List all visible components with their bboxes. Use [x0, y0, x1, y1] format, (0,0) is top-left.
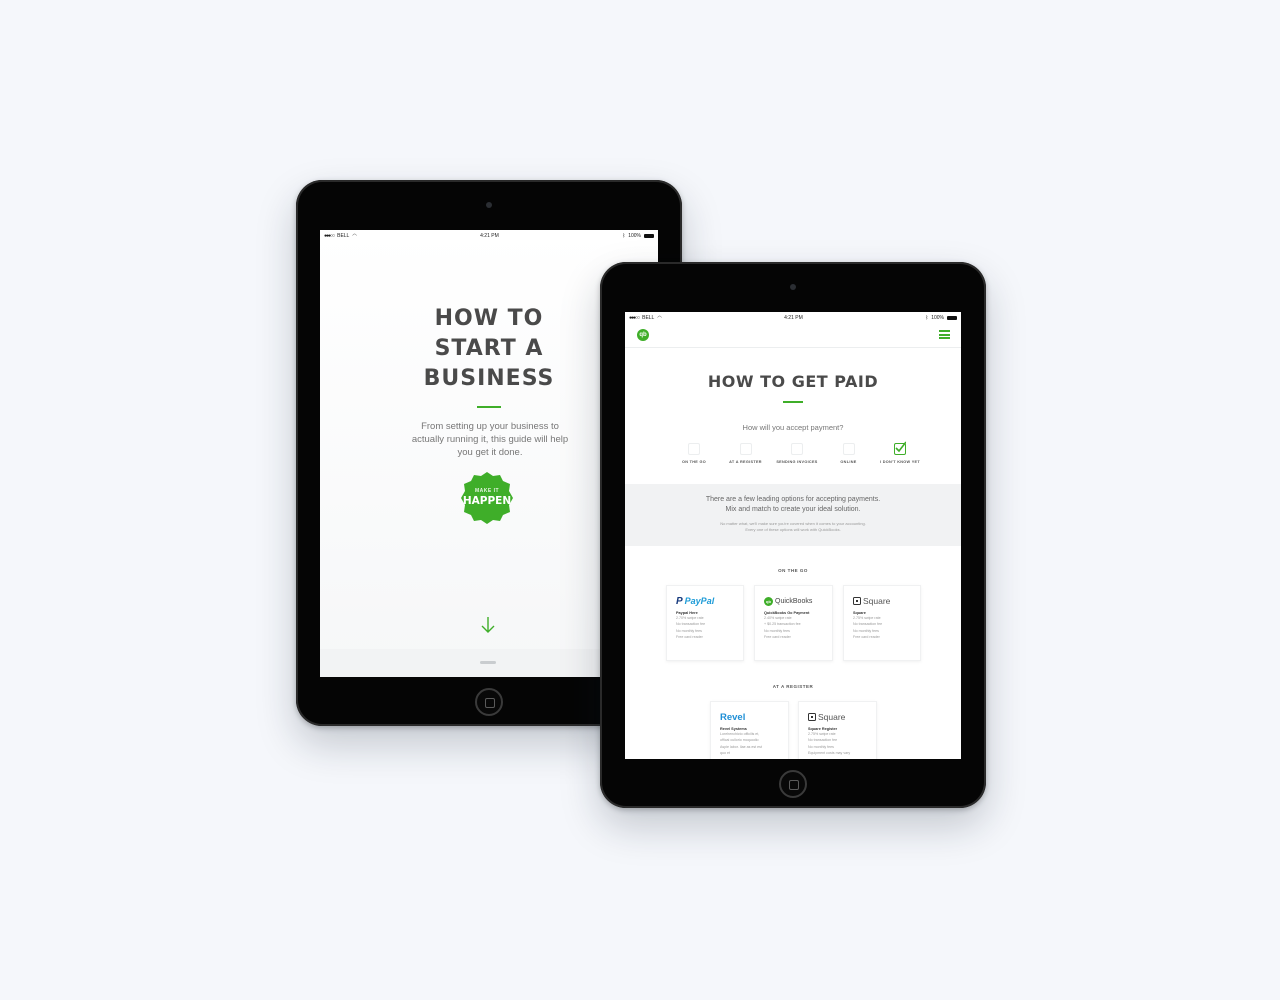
section-label-on-the-go: ON THE GO: [778, 568, 808, 573]
square-icon: [853, 597, 861, 605]
screen-get-paid: ●●●○○ BELL ◠ 4:21 PM ᛒ 100% qb HOW TO GET P…: [625, 312, 961, 759]
info-note: Every one of these options will work wit…: [745, 527, 841, 532]
signal-icon: ●●●○○: [324, 233, 335, 239]
option-at-a-register[interactable]: AT A REGISTER: [721, 443, 771, 464]
option-checkbox[interactable]: [739, 443, 752, 455]
status-bar: ●●●○○ BELL ◠ 4:21 PM ᛒ 100%: [320, 230, 658, 242]
option-dont-know-yet[interactable]: I DON'T KNOW YET: [875, 441, 925, 464]
info-line: Mix and match to create your ideal solut…: [725, 506, 861, 513]
option-label: I DON'T KNOW YET: [879, 460, 920, 464]
page-title: HOW TO GET PAID: [707, 372, 879, 391]
bluetooth-icon: ᛒ: [622, 233, 626, 239]
checkmark-icon: [895, 441, 906, 453]
option-on-the-go[interactable]: ON THE GO: [669, 443, 719, 464]
paypal-icon: P: [676, 595, 683, 607]
make-it-happen-badge[interactable]: MAKE IT HAPPEN: [460, 471, 514, 525]
wifi-icon: ◠: [657, 315, 662, 321]
top-nav: ●●●○○ BELL ◠ 4:21 PM ᛒ 100% qb: [625, 312, 961, 348]
square-logo: Square: [808, 710, 867, 724]
battery-percent: 100%: [628, 233, 641, 239]
clock: 4:21 PM: [480, 233, 499, 239]
square-logo: Square: [853, 594, 911, 608]
info-line: There are a few leading options for acce…: [705, 496, 881, 503]
option-online[interactable]: ONLINE: [824, 443, 874, 464]
title-divider: [783, 401, 803, 403]
card-detail: quo et: [720, 751, 730, 756]
quickbooks-logo-icon[interactable]: qb: [637, 329, 649, 341]
section-label-at-a-register: AT A REGISTER: [772, 684, 814, 689]
badge-top-text: MAKE IT: [474, 488, 500, 494]
page-description: From setting up your business to actuall…: [411, 421, 569, 458]
battery-icon: [947, 316, 957, 320]
payment-question: How will you accept payment?: [742, 423, 844, 432]
paypal-logo: P PayPal: [676, 595, 715, 607]
drag-handle[interactable]: [480, 661, 496, 664]
payment-options: ON THE GO AT A REGISTER SENDING INVOICES…: [669, 441, 925, 464]
signal-icon: ●●●○○: [629, 315, 640, 321]
option-sending-invoices[interactable]: SENDING INVOICES: [772, 443, 822, 464]
status-bar: ●●●○○ BELL ◠ 4:21 PM ᛒ 100%: [625, 312, 961, 324]
option-checkbox[interactable]: [791, 443, 803, 455]
revel-logo: Revel: [720, 711, 746, 723]
square-icon: [808, 713, 816, 721]
carrier: BELL: [337, 233, 350, 239]
ipad-right: ●●●○○ BELL ◠ 4:21 PM ᛒ 100% qb HOW TO GET P…: [600, 262, 986, 808]
title-divider: [477, 406, 501, 408]
camera: [790, 284, 796, 290]
card-detail: Free card reader: [764, 635, 791, 640]
card-revel[interactable]: Revel Revel Systems Lorehenchicto offici…: [710, 701, 789, 759]
home-button[interactable]: [779, 770, 807, 798]
option-checkbox[interactable]: [842, 443, 855, 455]
camera: [486, 202, 492, 208]
option-label: SENDING INVOICES: [776, 460, 818, 464]
card-quickbooks[interactable]: qb QuickBooks QuickBooks Go Payment 2.40%…: [754, 585, 833, 661]
hamburger-menu-icon[interactable]: [939, 330, 950, 339]
info-panel: There are a few leading options for acce…: [625, 484, 961, 546]
card-paypal[interactable]: P PayPal Paypal Here 2.70% swipe rate No …: [666, 585, 744, 661]
card-square[interactable]: Square Square 2.75% swipe rate No transa…: [843, 585, 921, 661]
quickbooks-logo: qb QuickBooks: [764, 594, 823, 608]
option-checkbox[interactable]: [688, 443, 700, 455]
bluetooth-icon: ᛒ: [925, 315, 929, 321]
clock: 4:21 PM: [784, 315, 803, 321]
option-checkbox-checked[interactable]: [894, 441, 906, 455]
battery-percent: 100%: [931, 315, 944, 321]
card-detail: Free card reader: [676, 635, 703, 640]
badge-bottom-text: HAPPEN: [462, 495, 512, 507]
option-label: AT A REGISTER: [729, 460, 762, 464]
wifi-icon: ◠: [352, 233, 357, 239]
card-square-register[interactable]: Square Square Register 2.75% swipe rate …: [798, 701, 877, 759]
card-detail: Free card reader: [853, 635, 880, 640]
scroll-down-arrow-icon[interactable]: [480, 616, 496, 634]
battery-icon: [644, 234, 654, 238]
option-label: ONLINE: [840, 460, 857, 464]
card-detail: Equipment costs may vary: [808, 751, 851, 756]
qb-icon: qb: [764, 596, 773, 606]
home-button[interactable]: [475, 688, 503, 716]
option-label: ON THE GO: [681, 460, 706, 464]
carrier: BELL: [642, 315, 655, 321]
